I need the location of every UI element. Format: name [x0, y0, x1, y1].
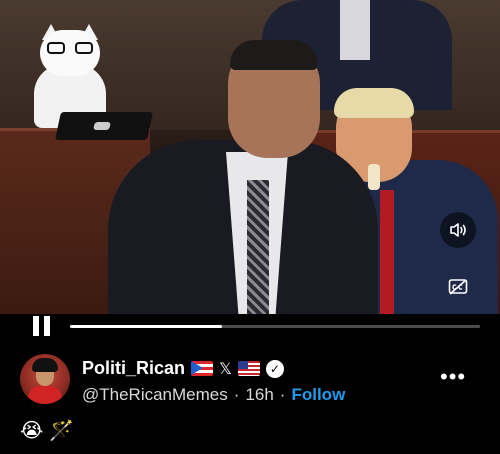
video-player[interactable] [0, 0, 500, 314]
author-meta-line: @TheRicanMemes · 16h · Follow [82, 385, 345, 405]
video-person-center [108, 140, 378, 314]
meta-separator: · [233, 385, 240, 404]
pause-button[interactable] [33, 316, 51, 336]
author-name-line: Politi_Rican 𝕏 ✓ [82, 358, 284, 379]
x-logo-icon: 𝕏 [219, 359, 232, 378]
us-flag-icon [237, 361, 260, 376]
captions-button[interactable] [446, 276, 470, 298]
video-progress-fill [70, 325, 222, 328]
meta-separator: · [279, 385, 286, 404]
mute-button[interactable] [440, 212, 476, 248]
verified-badge-icon: ✓ [265, 359, 284, 378]
author-display-name[interactable]: Politi_Rican [82, 358, 185, 379]
post-text: 😭 🪄 [20, 418, 74, 442]
puerto-rico-flag-icon [191, 361, 214, 376]
follow-button[interactable]: Follow [291, 385, 345, 405]
author-handle[interactable]: @TheRicanMemes [82, 385, 228, 405]
video-whistle [368, 164, 380, 190]
video-progress-bar[interactable] [70, 325, 480, 328]
post-header: Politi_Rican 𝕏 ✓ @TheRicanMemes · 16h · … [0, 352, 500, 412]
speaker-icon [450, 223, 466, 237]
crying-face-emoji: 😭 [20, 418, 44, 442]
video-laptop [55, 112, 153, 140]
video-person-center-head [228, 40, 320, 158]
video-controls [0, 314, 500, 342]
captions-icon [448, 279, 468, 295]
magic-wand-emoji: 🪄 [49, 418, 75, 442]
post-timestamp[interactable]: 16h [245, 385, 273, 405]
more-options-button[interactable]: ••• [440, 364, 466, 390]
avatar[interactable] [20, 354, 70, 404]
